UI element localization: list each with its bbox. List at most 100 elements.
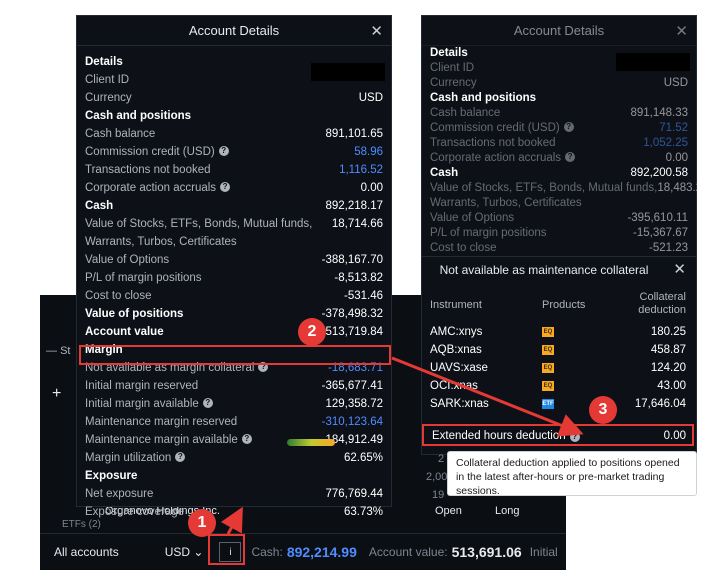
row-value: -388,167.70 [321,253,383,266]
detail-row: Cost to close -531.46 [77,287,391,304]
background-number-2: 2,00 [426,471,448,483]
row-label-wrap: Corporate action accruals? [430,151,576,164]
row-label: P/L of margin positions [430,226,547,239]
row-value: 513,719.84 [325,325,383,338]
row-value: -310,123.64 [321,415,383,428]
row-label: Details [85,55,123,68]
account-value: 513,691.06 [451,544,522,560]
instrument-row[interactable]: SARK:xnas ETF 17,646.04 [422,395,696,413]
row-label-wrap: Maintenance margin available? [85,434,252,446]
row-label-wrap: Commission credit (USD)? [430,122,574,134]
account-select[interactable]: All accounts [54,545,119,559]
row-value: 63.73% [343,505,383,518]
detail-row: Warrants, Turbos, Certificates [77,233,391,250]
row-label: Value of Options [430,211,515,224]
help-icon[interactable]: ? [241,434,252,445]
row-label: Initial margin reserved [85,379,199,392]
help-icon[interactable]: ? [218,146,229,157]
row-value: -378,498.32 [321,307,383,320]
row-value: -365,677.41 [321,379,383,392]
help-icon[interactable]: ? [202,398,213,409]
account-value-label: Account value: [368,545,448,559]
detail-row: Commission credit (USD)? 58.96 [77,143,391,160]
account-details-panel-left: Account Details ✕ Details Client ID Curren… [76,15,392,518]
close-icon-right[interactable]: ✕ [675,22,688,40]
section-header: Details [77,53,391,70]
column-instrument: Instrument [430,299,482,311]
highlight-not-available-collateral [79,345,391,365]
detail-row: Net exposure 776,769.44 [77,485,391,502]
detail-row: Initial margin reserved -365,677.41 [77,377,391,394]
cash-label: Cash: [251,545,283,559]
row-label: Cash [430,166,459,179]
row-label: Account value [85,325,164,338]
row-label: Details [430,46,468,59]
instrument-name: OCI:xnas [430,380,478,392]
row-value: -15,367.67 [633,226,688,239]
row-label: Value of Options [85,253,170,266]
row-value: -395,610.11 [627,211,688,224]
row-value: 1,116.52 [339,163,383,176]
product-badge-icon: EQ [542,381,554,391]
help-icon[interactable]: ? [563,122,574,133]
help-icon[interactable]: ? [220,182,231,193]
detail-row: Value of Stocks, ETFs, Bonds, Mutual fun… [77,215,391,232]
detail-row: Value of Options -388,167.70 [77,251,391,268]
row-label: Exposure coverage [85,505,185,518]
expand-plus-icon[interactable]: + [52,385,61,403]
row-label: Currency [85,91,132,104]
callout-3: 3 [589,396,617,424]
section-header: Value of positions -378,498.32 [77,305,391,322]
section-header: Cash 892,218.17 [77,197,391,214]
background-number-1: 2 [438,453,445,465]
row-value: 892,200.58 [630,166,688,179]
detail-row: Client ID [77,71,391,88]
background-st-label: — St [46,345,71,357]
help-icon[interactable]: ? [565,152,576,163]
row-value: -521.23 [648,241,688,254]
detail-row: P/L of margin positions -8,513.82 [77,269,391,286]
background-open-label: Open [435,505,462,517]
row-label: Margin utilization [85,451,172,464]
cash-value: 892,214.99 [286,544,357,560]
row-label: Net exposure [85,487,154,500]
row-label: Corporate action accruals [430,151,562,164]
row-value: -8,513.82 [334,271,383,284]
currency-select[interactable]: USD ⌄ [165,545,204,559]
row-value: USD [358,91,383,104]
instrument-deduction: 180.25 [650,326,686,338]
instrument-row[interactable]: OCI:xnas EQ 43.00 [422,377,696,395]
instrument-row[interactable]: UAVS:xase EQ 124.20 [422,359,696,377]
row-label: Value of Stocks, ETFs, Bonds, Mutual fun… [85,217,313,230]
product-badge-icon: EQ [542,345,554,355]
row-value: 0.00 [665,151,688,164]
subpanel-close-icon[interactable]: ✕ [673,260,686,278]
row-value: 776,769.44 [325,487,383,500]
row-label: Cash balance [85,127,156,140]
margin-utilization-bar [287,439,335,446]
row-label: Value of positions [85,307,184,320]
detail-row: Transactions not booked 1,116.52 [77,161,391,178]
row-value: -531.46 [343,289,383,302]
background-number-3: 19 [432,489,445,501]
detail-row: Currency USD [77,89,391,106]
product-badge-icon: ETF [542,399,554,409]
initial-label: Initial [529,545,558,559]
close-icon[interactable]: ✕ [370,22,383,40]
instrument-row[interactable]: AMC:xnys EQ 180.25 [422,323,696,341]
product-badge-icon: EQ [542,363,554,373]
subpanel-title: Not available as maintenance collateral [439,263,649,277]
row-label: Commission credit (USD) [430,121,560,134]
instrument-deduction: 43.00 [657,380,686,392]
detail-row: Cost to close -521.23 [422,239,696,256]
row-label: Cost to close [85,289,152,302]
row-value: 891,148.33 [630,106,688,119]
row-label-wrap: Initial margin available? [85,398,213,410]
bottom-bar: All accounts USD ⌄ i Cash: 892,214.99 Ac… [40,533,566,570]
instrument-name: SARK:xnas [430,398,489,410]
instrument-row[interactable]: AQB:xnas EQ 458.87 [422,341,696,359]
row-label: P/L of margin positions [85,271,202,284]
help-icon[interactable]: ? [175,452,186,463]
instrument-name: AMC:xnys [430,326,483,338]
column-products: Products [542,299,586,311]
